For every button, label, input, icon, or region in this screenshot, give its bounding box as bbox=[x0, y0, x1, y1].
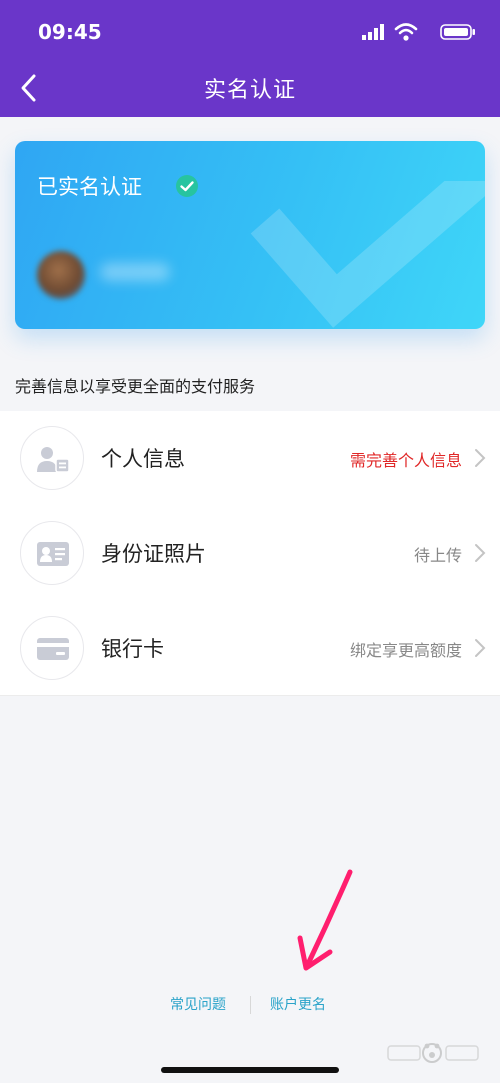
annotation-arrow-icon bbox=[297, 869, 353, 971]
row-status: 绑定享更高额度 bbox=[349, 641, 462, 660]
chevron-right-icon bbox=[475, 639, 486, 657]
row-icon-container bbox=[20, 616, 84, 680]
row-icon-container bbox=[20, 426, 84, 490]
chevron-right-icon bbox=[475, 544, 486, 562]
id-card-icon bbox=[37, 542, 69, 566]
row-title: 银行卡 bbox=[101, 637, 164, 661]
page-title: 实名认证 bbox=[203, 78, 296, 103]
verification-list: 个人信息 需完善个人信息 身份证照片 待上传 银行卡 绑定享更高额度 bbox=[0, 411, 500, 696]
chevron-right-icon bbox=[475, 449, 486, 467]
app-header: 09:45 实名认证 bbox=[0, 0, 500, 117]
verification-card: 已实名认证 bbox=[15, 141, 485, 329]
row-status: 待上传 bbox=[413, 546, 462, 565]
wifi-icon bbox=[394, 23, 418, 41]
list-item-personal-info[interactable]: 个人信息 需完善个人信息 bbox=[0, 411, 500, 505]
verification-status: 已实名认证 bbox=[37, 175, 142, 199]
footer-divider bbox=[250, 996, 251, 1014]
row-status: 需完善个人信息 bbox=[349, 451, 462, 470]
status-time: 09:45 bbox=[38, 20, 102, 44]
bank-card-icon bbox=[37, 638, 69, 660]
signal-icon bbox=[362, 24, 384, 40]
account-rename-link[interactable]: 账户更名 bbox=[270, 994, 326, 1014]
list-item-id-photo[interactable]: 身份证照片 待上传 bbox=[0, 506, 500, 600]
blurred-name bbox=[100, 263, 170, 281]
person-card-icon bbox=[37, 447, 70, 473]
row-title: 个人信息 bbox=[101, 447, 185, 471]
checkmark-watermark-icon bbox=[250, 181, 485, 328]
battery-icon bbox=[440, 24, 475, 40]
home-indicator bbox=[161, 1067, 339, 1073]
baidu-watermark-icon bbox=[387, 1043, 479, 1063]
faq-link[interactable]: 常见问题 bbox=[170, 994, 226, 1014]
avatar bbox=[37, 251, 85, 299]
section-hint: 完善信息以享受更全面的支付服务 bbox=[15, 377, 256, 396]
footer-links: 常见问题 账户更名 bbox=[0, 994, 500, 1018]
row-title: 身份证照片 bbox=[101, 542, 206, 566]
check-circle-icon bbox=[176, 175, 198, 197]
row-icon-container bbox=[20, 521, 84, 585]
list-item-bank-card[interactable]: 银行卡 绑定享更高额度 bbox=[0, 601, 500, 695]
